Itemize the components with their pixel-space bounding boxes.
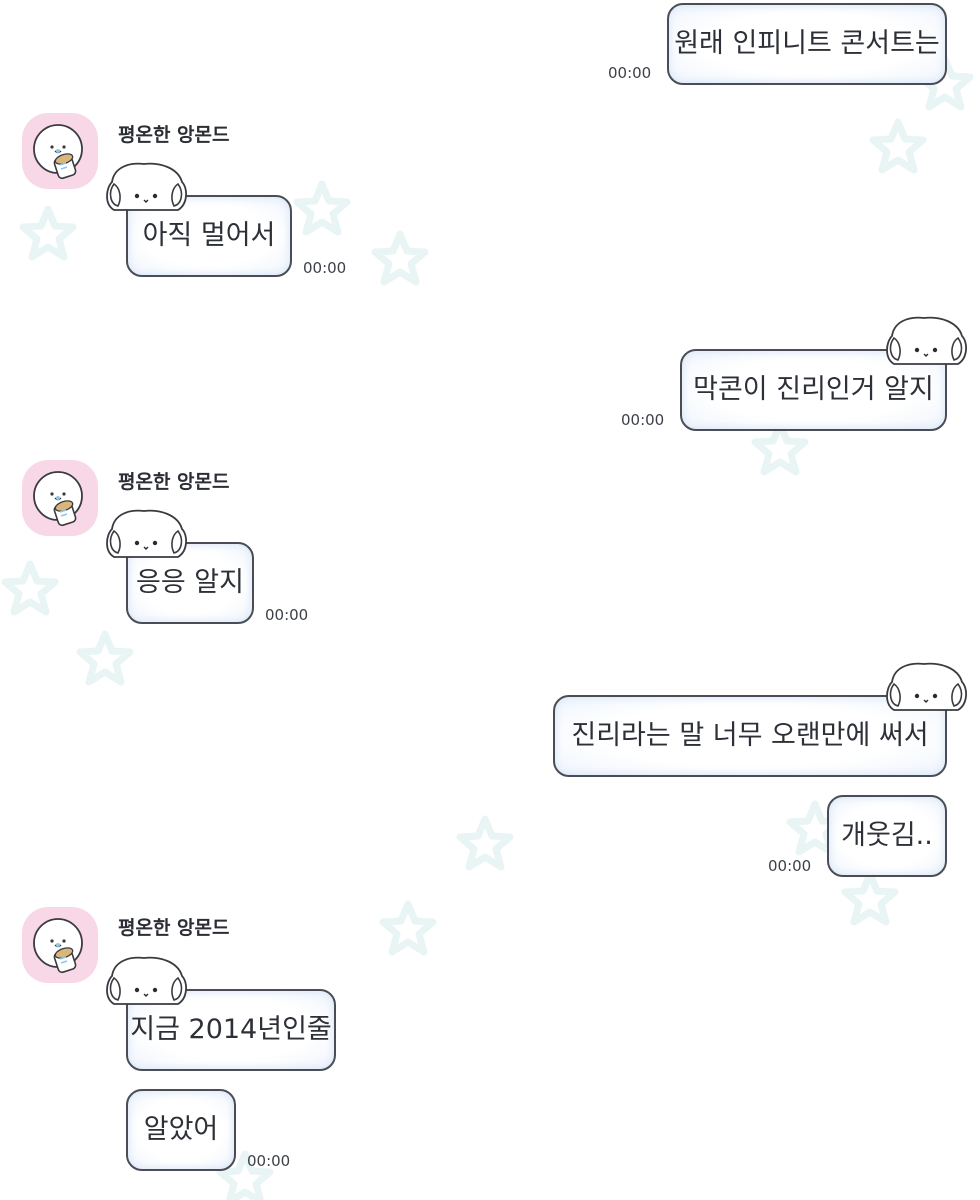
sender-avatar[interactable]: [22, 460, 98, 536]
smiling-ghost-holding-cup-icon: [33, 471, 83, 527]
message-timestamp: 00:00: [247, 1152, 291, 1170]
background-star-icon: [75, 630, 135, 690]
background-star-icon: [868, 118, 928, 178]
sender-name: 평온한 앙몬드: [118, 917, 230, 939]
peeking-puppy-icon: [884, 658, 968, 716]
sender-avatar[interactable]: [22, 907, 98, 983]
peeking-puppy-icon: [104, 158, 188, 216]
sender-avatar[interactable]: [22, 113, 98, 189]
message-timestamp: 00:00: [768, 857, 812, 875]
background-star-icon: [292, 180, 352, 240]
peeking-puppy-icon: [104, 952, 188, 1010]
message-timestamp: 00:00: [303, 259, 347, 277]
outgoing-message-bubble[interactable]: 개웃김..: [827, 795, 947, 877]
background-star-icon: [370, 230, 430, 290]
background-star-icon: [455, 815, 515, 875]
message-timestamp: 00:00: [265, 606, 309, 624]
background-star-icon: [840, 870, 900, 930]
message-timestamp: 00:00: [608, 64, 652, 82]
sender-name: 평온한 앙몬드: [118, 471, 230, 493]
incoming-message-bubble[interactable]: 알았어: [126, 1089, 236, 1171]
background-star-icon: [18, 205, 78, 265]
background-star-icon: [378, 900, 438, 960]
peeking-puppy-icon: [884, 312, 968, 370]
peeking-puppy-icon: [104, 505, 188, 563]
smiling-ghost-holding-cup-icon: [33, 124, 83, 180]
smiling-ghost-holding-cup-icon: [33, 918, 83, 974]
background-star-icon: [0, 560, 60, 620]
sender-name: 평온한 앙몬드: [118, 124, 230, 146]
message-timestamp: 00:00: [621, 411, 665, 429]
outgoing-message-bubble[interactable]: 원래 인피니트 콘서트는: [667, 3, 947, 85]
